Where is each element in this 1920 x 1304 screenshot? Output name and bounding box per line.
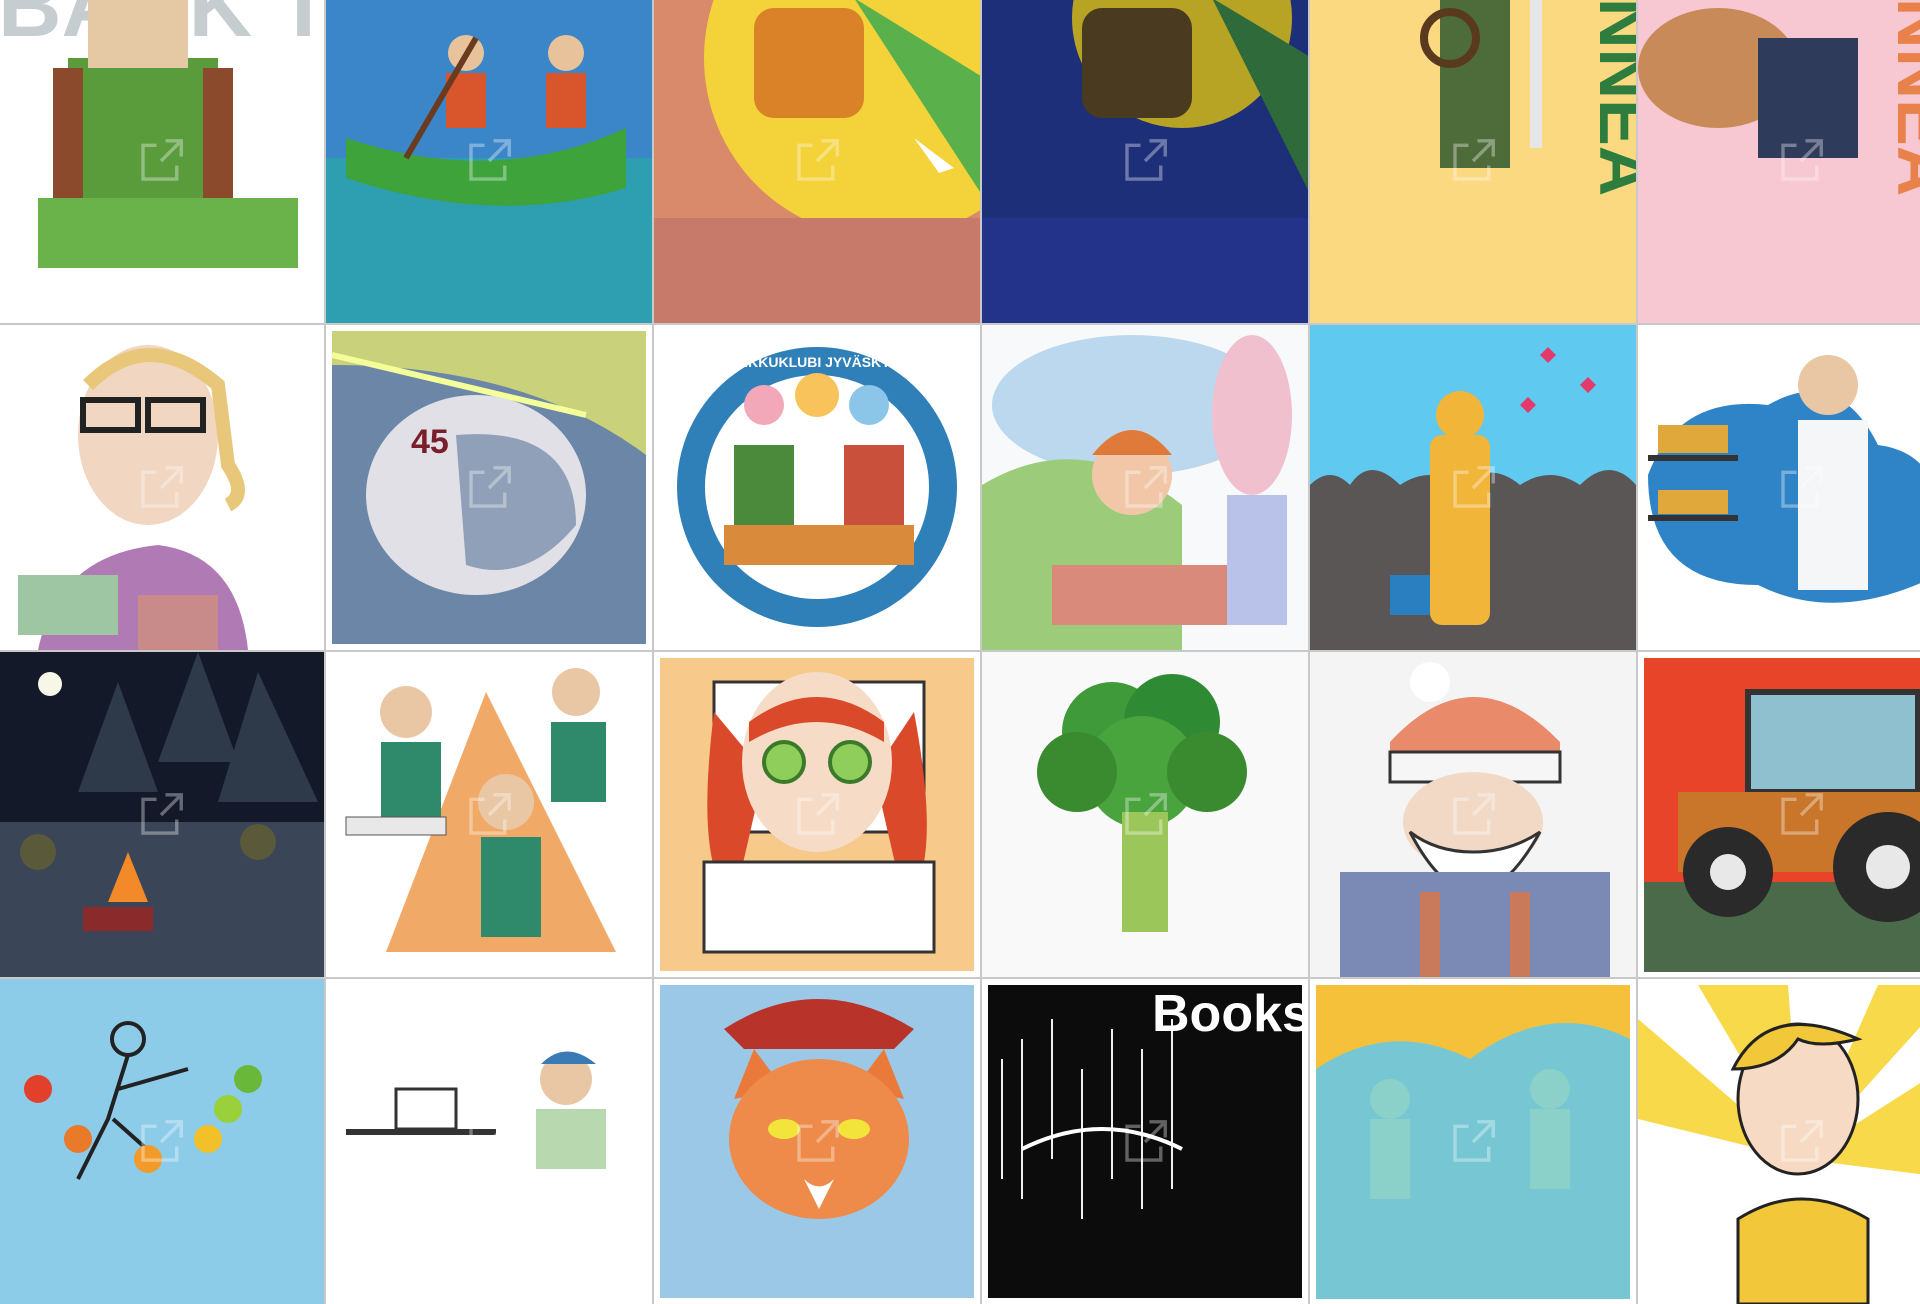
external-link-icon	[134, 134, 188, 188]
gallery-tile[interactable]	[982, 652, 1308, 977]
external-link-icon	[1774, 1115, 1828, 1169]
external-link-icon	[1118, 461, 1172, 515]
gallery-tile[interactable]	[1638, 979, 1920, 1304]
gallery-tile[interactable]: Books	[982, 979, 1308, 1304]
badge-text: SINKKUKLUBI JYVÄSKYLÄ	[725, 354, 909, 370]
books-text: Books	[1152, 985, 1308, 1043]
gallery-tile[interactable]	[1310, 325, 1636, 650]
external-link-icon	[790, 461, 844, 515]
gallery-tile[interactable]	[326, 652, 652, 977]
external-link-icon	[1774, 134, 1828, 188]
gallery-tile[interactable]	[982, 325, 1308, 650]
gallery-tile[interactable]	[326, 0, 652, 323]
external-link-icon	[134, 1115, 188, 1169]
external-link-icon	[1446, 461, 1500, 515]
gallery-tile[interactable]: 45	[326, 325, 652, 650]
gallery-tile[interactable]: NNEA	[1638, 0, 1920, 323]
external-link-icon	[462, 134, 516, 188]
gallery-tile[interactable]	[0, 325, 324, 650]
external-link-icon	[462, 461, 516, 515]
gallery-tile[interactable]	[0, 652, 324, 977]
gallery-tile[interactable]: BACK TO SCHOOL	[0, 0, 324, 323]
gallery-tile[interactable]	[1638, 325, 1920, 650]
gallery-tile[interactable]: SINKKUKLUBI JYVÄSKYLÄ	[654, 325, 980, 650]
external-link-icon	[134, 461, 188, 515]
external-link-icon	[1774, 461, 1828, 515]
external-link-icon	[462, 788, 516, 842]
tile-caption: NNEA	[1585, 0, 1636, 196]
gallery-tile[interactable]	[1638, 652, 1920, 977]
gallery-tile[interactable]: NNEA	[1310, 0, 1636, 323]
external-link-icon	[1774, 788, 1828, 842]
external-link-icon	[790, 134, 844, 188]
gallery-tile[interactable]	[982, 0, 1308, 323]
gallery-tile[interactable]	[654, 0, 980, 323]
gallery-tile[interactable]	[1310, 652, 1636, 977]
external-link-icon	[134, 788, 188, 842]
external-link-icon	[462, 1115, 516, 1169]
illustration-gallery: BACK TO SCHOOL	[0, 0, 1920, 1304]
tile-caption: NNEA	[1883, 0, 1920, 196]
external-link-icon	[790, 788, 844, 842]
gallery-tile[interactable]	[654, 652, 980, 977]
gallery-tile[interactable]	[326, 979, 652, 1304]
external-link-icon	[1446, 788, 1500, 842]
gallery-tile[interactable]	[0, 979, 324, 1304]
external-link-icon	[1446, 134, 1500, 188]
gallery-tile[interactable]	[1310, 979, 1636, 1304]
external-link-icon	[1118, 788, 1172, 842]
external-link-icon	[1118, 134, 1172, 188]
external-link-icon	[1118, 1115, 1172, 1169]
helmet-number: 45	[411, 423, 449, 461]
gallery-tile[interactable]	[654, 979, 980, 1304]
external-link-icon	[790, 1115, 844, 1169]
external-link-icon	[1446, 1115, 1500, 1169]
